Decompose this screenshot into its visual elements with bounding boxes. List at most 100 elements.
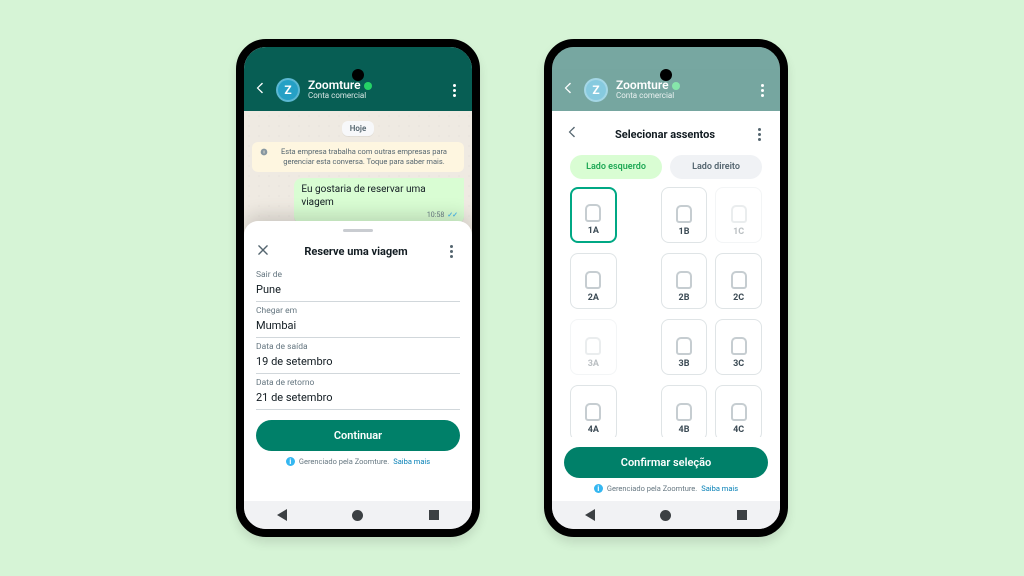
info-badge-icon: i <box>286 457 295 466</box>
business-subtitle: Conta comercial <box>308 92 436 101</box>
learn-more-link[interactable]: Saiba mais <box>701 484 738 493</box>
managed-by-text: Gerenciado pela Zoomture. <box>299 457 389 466</box>
seat-2B[interactable]: 2B <box>661 253 708 309</box>
seat-icon <box>731 403 747 421</box>
seat-label: 2C <box>733 293 744 303</box>
seat-label: 1C <box>733 227 744 237</box>
seat-1B[interactable]: 1B <box>661 187 708 243</box>
seat-label: 3A <box>588 359 599 369</box>
side-tabs: Lado esquerdo Lado direito <box>564 155 768 179</box>
tab-left-side[interactable]: Lado esquerdo <box>570 155 662 179</box>
status-bar <box>244 47 472 69</box>
outgoing-message[interactable]: Eu gostaria de reservar uma viagem 10:58… <box>294 178 464 224</box>
seat-row: 2A 2B 2C <box>570 253 762 309</box>
svg-text:i: i <box>263 150 264 155</box>
learn-more-link[interactable]: Saiba mais <box>393 457 430 466</box>
field-from-value: Pune <box>256 283 460 302</box>
field-to-value: Mumbai <box>256 319 460 338</box>
field-depart-label: Data de saída <box>256 342 460 352</box>
nav-home-icon[interactable] <box>660 510 671 521</box>
field-from-label: Sair de <box>256 270 460 280</box>
seat-label: 1B <box>679 227 690 237</box>
seat-2A[interactable]: 2A <box>570 253 617 309</box>
overflow-menu-icon[interactable] <box>752 82 772 99</box>
seat-3A: 3A <box>570 319 617 375</box>
nav-back-icon[interactable] <box>277 509 287 521</box>
seat-4A[interactable]: 4A <box>570 385 617 437</box>
field-depart-value: 19 de setembro <box>256 355 460 374</box>
status-bar <box>552 47 780 69</box>
system-notice[interactable]: i Esta empresa trabalha com outras empre… <box>252 142 464 172</box>
android-nav <box>244 501 472 529</box>
verified-badge-icon <box>364 82 372 90</box>
seat-4B[interactable]: 4B <box>661 385 708 437</box>
phone-seat-select: Z Zoomture Conta comercial Selecionar as… <box>544 39 788 537</box>
field-return[interactable]: Data de retorno 21 de setembro <box>256 378 460 410</box>
sheet-overflow-icon[interactable] <box>750 126 768 143</box>
seat-3C[interactable]: 3C <box>715 319 762 375</box>
seat-row: 3A 3B 3C <box>570 319 762 375</box>
sheet-back-icon[interactable] <box>564 124 580 144</box>
seat-label: 4C <box>733 425 744 435</box>
avatar[interactable]: Z <box>276 78 300 102</box>
seat-icon <box>731 271 747 289</box>
seat-label: 2B <box>679 293 690 303</box>
managed-by: i Gerenciado pela Zoomture. Saiba mais <box>256 457 460 466</box>
chat-title[interactable]: Zoomture Conta comercial <box>616 79 744 101</box>
back-icon[interactable] <box>252 80 268 100</box>
seat-icon <box>676 205 692 223</box>
field-to[interactable]: Chegar em Mumbai <box>256 306 460 338</box>
camera-notch <box>660 69 672 81</box>
seat-1C: 1C <box>715 187 762 243</box>
seat-label: 3C <box>733 359 744 369</box>
field-return-label: Data de retorno <box>256 378 460 388</box>
seat-label: 4A <box>588 425 599 435</box>
seat-icon <box>585 271 601 289</box>
close-icon[interactable] <box>256 242 270 261</box>
date-pill: Hoje <box>342 121 375 136</box>
chat-title[interactable]: Zoomture Conta comercial <box>308 79 436 101</box>
seat-label: 3B <box>679 359 690 369</box>
field-to-label: Chegar em <box>256 306 460 316</box>
seat-icon <box>585 337 601 355</box>
tab-right-side[interactable]: Lado direito <box>670 155 762 179</box>
continue-button[interactable]: Continuar <box>256 420 460 451</box>
verified-badge-icon <box>672 82 680 90</box>
nav-recents-icon[interactable] <box>429 510 439 520</box>
info-icon: i <box>260 148 268 159</box>
seat-icon <box>676 337 692 355</box>
seat-label: 1A <box>588 226 599 236</box>
read-ticks-icon: ✓✓ <box>447 211 457 220</box>
phone-booking: Z Zoomture Conta comercial Hoje i Esta e… <box>236 39 480 537</box>
seat-icon <box>676 403 692 421</box>
sheet-handle[interactable] <box>343 229 373 232</box>
confirm-button[interactable]: Confirmar seleção <box>564 447 768 478</box>
camera-notch <box>352 69 364 81</box>
seat-1A[interactable]: 1A <box>570 187 617 243</box>
seat-icon <box>585 204 601 222</box>
seat-4C[interactable]: 4C <box>715 385 762 437</box>
managed-by-text: Gerenciado pela Zoomture. <box>607 484 697 493</box>
outgoing-message-time: 10:58 <box>427 211 444 220</box>
info-badge-icon: i <box>594 484 603 493</box>
overflow-menu-icon[interactable] <box>444 82 464 99</box>
aisle <box>625 253 653 309</box>
field-return-value: 21 de setembro <box>256 391 460 410</box>
sheet-overflow-icon[interactable] <box>442 243 460 260</box>
seat-icon <box>676 271 692 289</box>
seat-icon <box>731 205 747 223</box>
system-notice-text: Esta empresa trabalha com outras empresa… <box>272 147 456 167</box>
nav-recents-icon[interactable] <box>737 510 747 520</box>
field-depart[interactable]: Data de saída 19 de setembro <box>256 342 460 374</box>
android-nav <box>552 501 780 529</box>
nav-back-icon[interactable] <box>585 509 595 521</box>
nav-home-icon[interactable] <box>352 510 363 521</box>
back-icon[interactable] <box>560 80 576 100</box>
seat-3B[interactable]: 3B <box>661 319 708 375</box>
avatar[interactable]: Z <box>584 78 608 102</box>
aisle <box>625 319 653 375</box>
aisle <box>625 385 653 437</box>
seat-2C[interactable]: 2C <box>715 253 762 309</box>
seat-label: 4B <box>679 425 690 435</box>
field-from[interactable]: Sair de Pune <box>256 270 460 302</box>
